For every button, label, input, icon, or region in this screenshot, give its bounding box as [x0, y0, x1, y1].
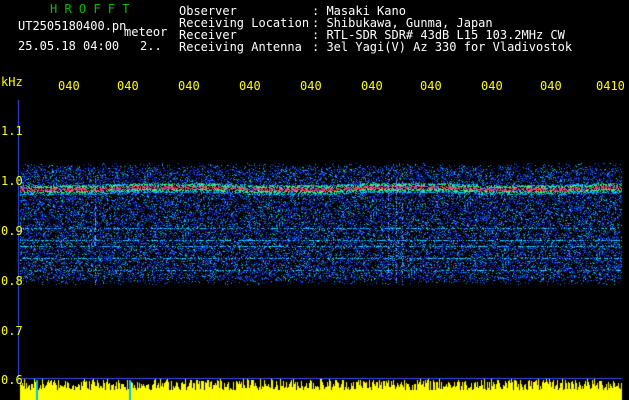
x-tick-label: 040 [58, 79, 80, 93]
image-count: 2.. [140, 39, 162, 53]
y-tick-label: 0.6 [1, 373, 23, 387]
antenna-value: : 3el Yagi(V) Az 330 for Vladivostok [312, 40, 573, 54]
x-tick-label: 0410 [596, 79, 625, 93]
antenna-label: Receiving Antenna [179, 40, 302, 54]
y-tick-label: 1.1 [1, 124, 23, 138]
app-title: H R O F F T [50, 2, 130, 16]
x-tick-label: 040 [361, 79, 383, 93]
file-suffix: meteor [124, 25, 168, 39]
file-name: UT2505180400.pn [18, 19, 127, 33]
y-unit-label: kHz [1, 75, 23, 89]
x-tick-label: 040 [420, 79, 442, 93]
y-tick-label: 0.8 [1, 274, 23, 288]
x-tick-label: 040 [481, 79, 503, 93]
y-tick-label: 1.0 [1, 174, 23, 188]
datetime: 25.05.18 04:00 [18, 39, 120, 53]
spectrogram-canvas [0, 68, 629, 400]
x-tick-label: 040 [117, 79, 139, 93]
x-tick-label: 040 [239, 79, 261, 93]
y-tick-label: 0.7 [1, 324, 23, 338]
x-tick-label: 040 [300, 79, 322, 93]
spectrogram-panel [0, 68, 629, 400]
y-tick-label: 0.9 [1, 224, 23, 238]
x-tick-label: 040 [540, 79, 562, 93]
header-panel: H R O F F T UT2505180400.pn meteor 25.05… [0, 0, 629, 68]
x-tick-label: 040 [178, 79, 200, 93]
